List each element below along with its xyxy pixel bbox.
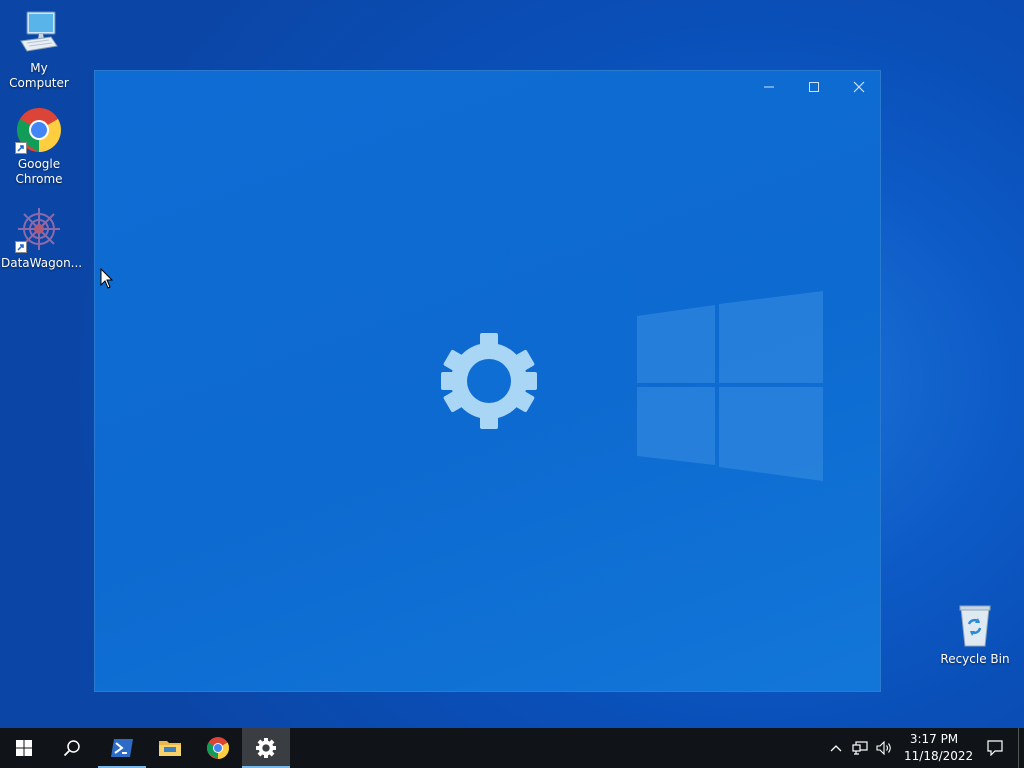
search-button[interactable] <box>48 728 96 768</box>
clock-time: 3:17 PM <box>909 732 959 746</box>
chevron-up-icon <box>830 745 842 752</box>
search-icon <box>63 740 80 757</box>
taskbar: 3:17 PM 11/18/2022 <box>0 728 1024 768</box>
file-explorer-button[interactable] <box>146 728 194 768</box>
shortcut-arrow-icon <box>15 241 27 253</box>
clock-date: 11/18/2022 <box>904 749 974 763</box>
network-icon <box>852 741 868 755</box>
desktop-icon-google-chrome[interactable]: Google Chrome <box>1 106 77 187</box>
system-tray: 3:17 PM 11/18/2022 <box>824 728 1024 768</box>
desktop-icon-label: DataWagon... <box>1 256 83 270</box>
folder-icon <box>159 741 181 756</box>
settings-button[interactable] <box>242 728 290 768</box>
maximize-icon <box>808 82 819 92</box>
powershell-button[interactable] <box>98 728 146 768</box>
settings-gear-icon <box>440 332 538 430</box>
recycle-bin-icon <box>951 602 999 647</box>
close-icon <box>853 81 864 93</box>
minimize-icon <box>763 86 774 88</box>
desktop-icon-my-computer[interactable]: My Computer <box>1 10 77 91</box>
desktop-icon-label: Google Chrome <box>15 157 63 186</box>
shortcut-arrow-icon <box>15 142 27 154</box>
windows-logo-icon <box>16 740 32 756</box>
start-button[interactable] <box>0 728 48 768</box>
mouse-cursor-icon <box>100 268 114 289</box>
windows-logo-watermark <box>637 291 823 481</box>
taskbar-clock[interactable]: 3:17 PM 11/18/2022 <box>896 731 974 765</box>
datawagon-icon <box>15 205 63 253</box>
show-hidden-icons-button[interactable] <box>824 728 848 768</box>
close-button[interactable] <box>836 71 881 103</box>
desktop-icon-recycle-bin[interactable]: Recycle Bin <box>937 602 1013 667</box>
maximize-button[interactable] <box>791 71 836 103</box>
gear-icon <box>256 738 276 758</box>
desktop-icon-datawagon[interactable]: DataWagon... <box>1 205 82 271</box>
chrome-icon <box>15 106 63 154</box>
computer-icon <box>15 10 63 58</box>
desktop-icon-label: My Computer <box>9 61 69 90</box>
show-desktop-button[interactable] <box>1018 728 1024 768</box>
desktop: My Computer Google Chrome DataWagon... R… <box>0 0 1024 728</box>
chrome-icon <box>207 737 229 759</box>
minimize-button[interactable] <box>746 71 791 103</box>
volume-button[interactable] <box>872 728 896 768</box>
action-center-button[interactable] <box>972 728 1018 768</box>
powershell-icon <box>111 739 133 757</box>
network-button[interactable] <box>848 728 872 768</box>
chrome-button[interactable] <box>194 728 242 768</box>
action-center-icon <box>987 740 1003 756</box>
volume-icon <box>876 741 891 755</box>
settings-splash-window <box>94 70 881 692</box>
desktop-icon-label: Recycle Bin <box>940 652 1010 666</box>
